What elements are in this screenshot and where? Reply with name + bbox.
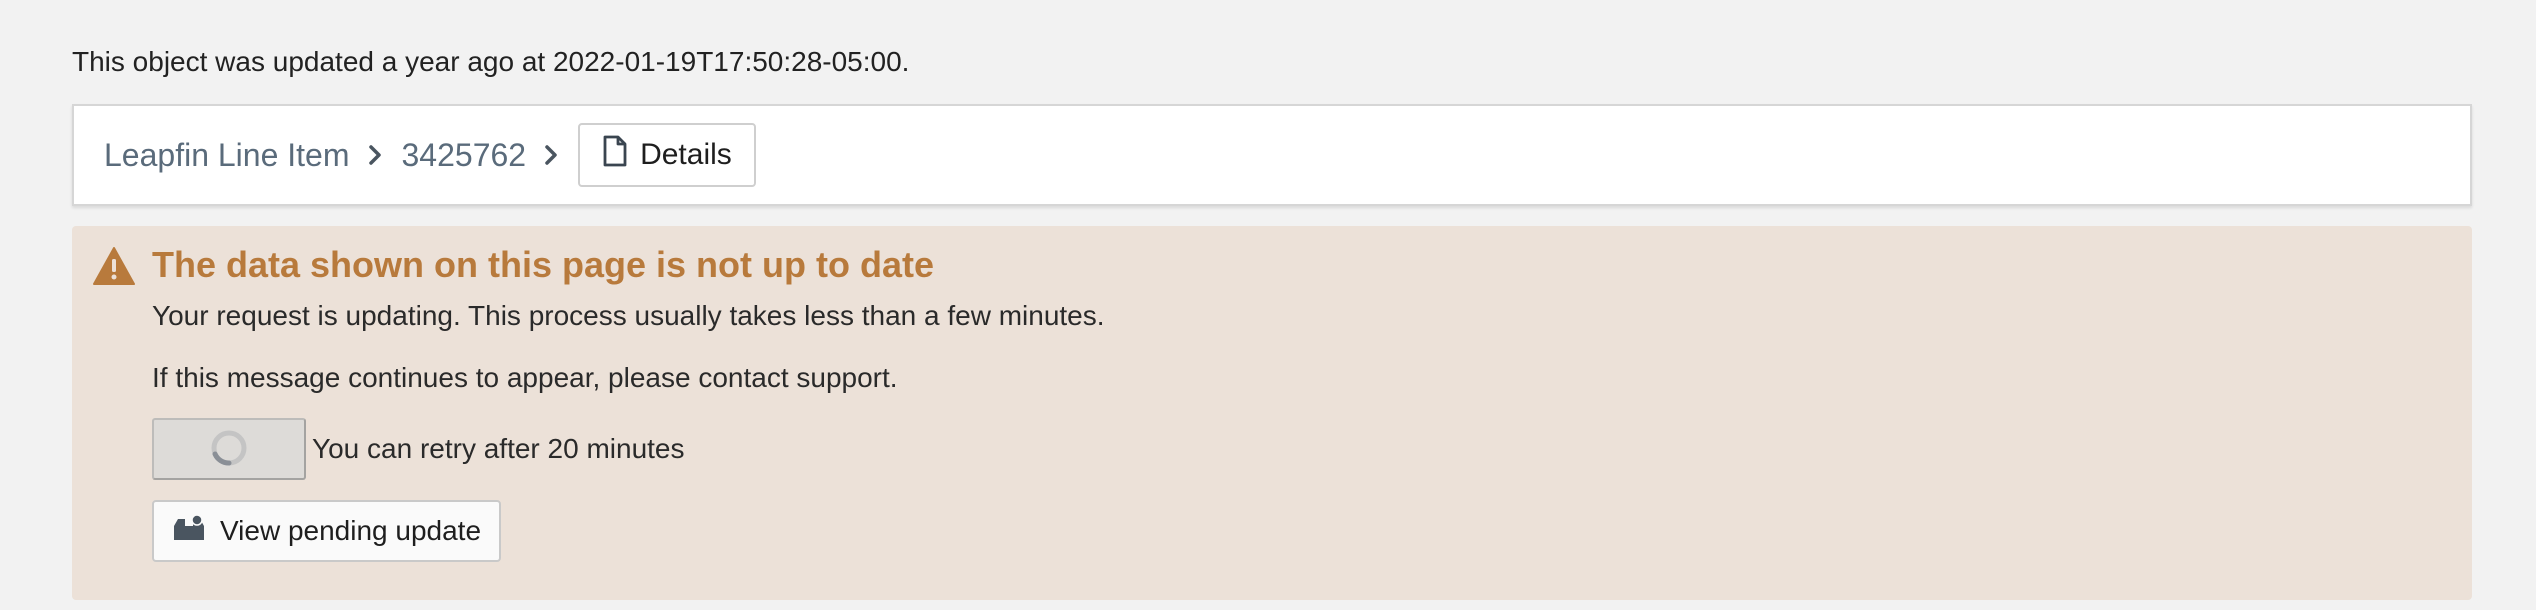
view-pending-update-label: View pending update xyxy=(220,515,482,546)
details-button-label: Details xyxy=(640,138,732,171)
chevron-right-icon xyxy=(350,135,402,175)
inbox-icon xyxy=(172,513,206,549)
alert-support-message: If this message continues to appear, ple… xyxy=(152,362,898,393)
breadcrumb-item-line-item[interactable]: Leapfin Line Item xyxy=(104,137,350,174)
chevron-right-icon xyxy=(526,135,578,175)
updated-timestamp-text: This object was updated a year ago at 20… xyxy=(72,46,910,77)
retry-button[interactable] xyxy=(152,418,306,480)
warning-triangle-icon xyxy=(92,246,136,286)
file-icon xyxy=(602,135,628,175)
stale-data-alert: The data shown on this page is not up to… xyxy=(72,226,2472,600)
alert-title: The data shown on this page is not up to… xyxy=(152,244,935,285)
view-pending-update-button[interactable]: View pending update xyxy=(152,500,502,562)
spinner-icon xyxy=(209,428,249,471)
breadcrumb: Leapfin Line Item 3425762 Details xyxy=(72,104,2472,206)
alert-message: Your request is updating. This process u… xyxy=(152,300,1105,331)
details-button[interactable]: Details xyxy=(578,123,756,187)
retry-countdown-text: You can retry after 20 minutes xyxy=(312,433,685,464)
retry-row: You can retry after 20 minutes xyxy=(152,418,685,480)
breadcrumb-item-id[interactable]: 3425762 xyxy=(402,137,527,174)
